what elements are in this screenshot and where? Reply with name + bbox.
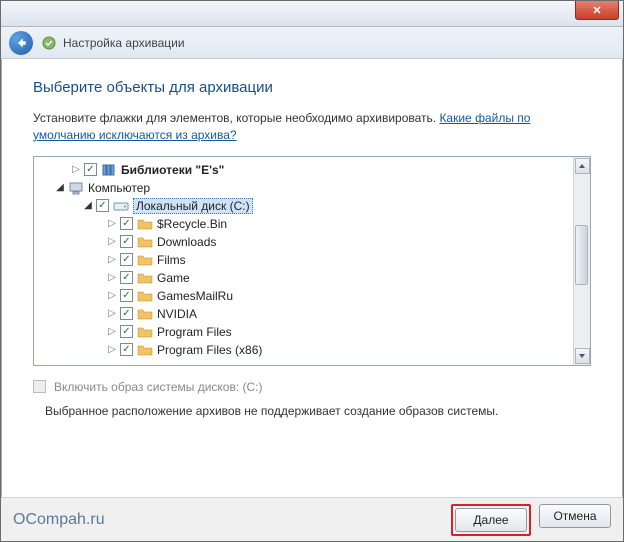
scrollbar-thumb[interactable] xyxy=(575,225,588,285)
tree-item-folder[interactable]: GamesMailRu xyxy=(157,289,233,303)
nav-bar: Настройка архивации xyxy=(1,27,623,59)
libraries-icon xyxy=(101,162,117,178)
footer-buttons: Далее Отмена xyxy=(451,504,611,536)
expander-collapsed-icon[interactable]: ▷ xyxy=(106,254,118,266)
folder-icon xyxy=(137,342,153,358)
checkbox[interactable]: ✓ xyxy=(120,235,133,248)
folder-icon xyxy=(137,270,153,286)
tree-item-folder[interactable]: NVIDIA xyxy=(157,307,197,321)
checkbox[interactable]: ✓ xyxy=(120,271,133,284)
checkbox[interactable]: ✓ xyxy=(120,253,133,266)
wizard-body: Выберите объекты для архивации Установит… xyxy=(1,59,623,541)
next-button[interactable]: Далее xyxy=(455,508,527,532)
expander-collapsed-icon[interactable]: ▷ xyxy=(106,326,118,338)
titlebar: ✕ xyxy=(1,1,623,27)
expander-collapsed-icon[interactable]: ▷ xyxy=(106,290,118,302)
system-image-option: Включить образ системы дисков: (C:) xyxy=(33,380,591,394)
warning-note: Выбранное расположение архивов не поддер… xyxy=(45,404,591,418)
tree-item-folder[interactable]: Films xyxy=(157,253,186,267)
tree-item-local-disk[interactable]: Локальный диск (C:) xyxy=(133,198,253,214)
tree-item-libraries[interactable]: Библиотеки "E's" xyxy=(121,163,224,177)
folder-icon xyxy=(137,252,153,268)
expander-collapsed-icon[interactable]: ▷ xyxy=(106,236,118,248)
tree-container: ▷ ✓ Библиотеки "E's" ◢ xyxy=(33,156,591,366)
tree-item-computer[interactable]: Компьютер xyxy=(88,181,150,195)
folder-icon xyxy=(137,324,153,340)
vertical-scrollbar[interactable] xyxy=(573,157,590,365)
folder-icon xyxy=(137,234,153,250)
close-button[interactable]: ✕ xyxy=(575,1,619,20)
scroll-down-button[interactable] xyxy=(575,348,590,364)
expander-expanded-icon[interactable]: ◢ xyxy=(54,182,66,194)
folder-icon xyxy=(137,216,153,232)
checkbox-disabled xyxy=(33,380,46,393)
highlight-next: Далее xyxy=(451,504,531,536)
expander-collapsed-icon[interactable]: ▷ xyxy=(106,272,118,284)
tree-item-folder[interactable]: $Recycle.Bin xyxy=(157,217,227,231)
close-icon: ✕ xyxy=(592,4,601,17)
page-description: Установите флажки для элементов, которые… xyxy=(33,110,591,144)
checkbox[interactable]: ✓ xyxy=(120,289,133,302)
checkbox[interactable]: ✓ xyxy=(120,217,133,230)
computer-icon xyxy=(68,180,84,196)
watermark: OCompah.ru xyxy=(13,511,105,529)
expander-collapsed-icon[interactable]: ▷ xyxy=(70,164,82,176)
scroll-up-button[interactable] xyxy=(575,158,590,174)
checkbox[interactable]: ✓ xyxy=(96,199,109,212)
chevron-down-icon xyxy=(578,352,586,360)
expander-collapsed-icon[interactable]: ▷ xyxy=(106,218,118,230)
cancel-button[interactable]: Отмена xyxy=(539,504,611,528)
backup-icon xyxy=(41,35,57,51)
checkbox[interactable]: ✓ xyxy=(84,163,97,176)
folder-icon xyxy=(137,288,153,304)
page-title: Выберите объекты для архивации xyxy=(33,79,591,96)
arrow-left-icon xyxy=(14,36,28,50)
folder-icon xyxy=(137,306,153,322)
tree-item-folder[interactable]: Program Files xyxy=(157,325,232,339)
tree-view[interactable]: ▷ ✓ Библиотеки "E's" ◢ xyxy=(34,157,573,365)
tree-item-folder[interactable]: Program Files (x86) xyxy=(157,343,262,357)
drive-icon xyxy=(113,198,129,214)
nav-title: Настройка архивации xyxy=(63,36,185,50)
options-area: Включить образ системы дисков: (C:) Выбр… xyxy=(33,380,591,418)
checkbox[interactable]: ✓ xyxy=(120,343,133,356)
checkbox[interactable]: ✓ xyxy=(120,307,133,320)
wizard-window: ✕ Настройка архивации Выберите объекты д… xyxy=(0,0,624,542)
scrollbar-track[interactable] xyxy=(575,175,590,347)
footer: OCompah.ru Далее Отмена xyxy=(1,497,623,541)
system-image-label: Включить образ системы дисков: (C:) xyxy=(54,380,263,394)
expander-collapsed-icon[interactable]: ▷ xyxy=(106,344,118,356)
tree-item-folder[interactable]: Downloads xyxy=(157,235,216,249)
desc-text: Установите флажки для элементов, которые… xyxy=(33,111,439,125)
expander-collapsed-icon[interactable]: ▷ xyxy=(106,308,118,320)
chevron-up-icon xyxy=(578,162,586,170)
tree-item-folder[interactable]: Game xyxy=(157,271,190,285)
checkbox[interactable]: ✓ xyxy=(120,325,133,338)
back-button[interactable] xyxy=(9,31,33,55)
expander-expanded-icon[interactable]: ◢ xyxy=(82,200,94,212)
